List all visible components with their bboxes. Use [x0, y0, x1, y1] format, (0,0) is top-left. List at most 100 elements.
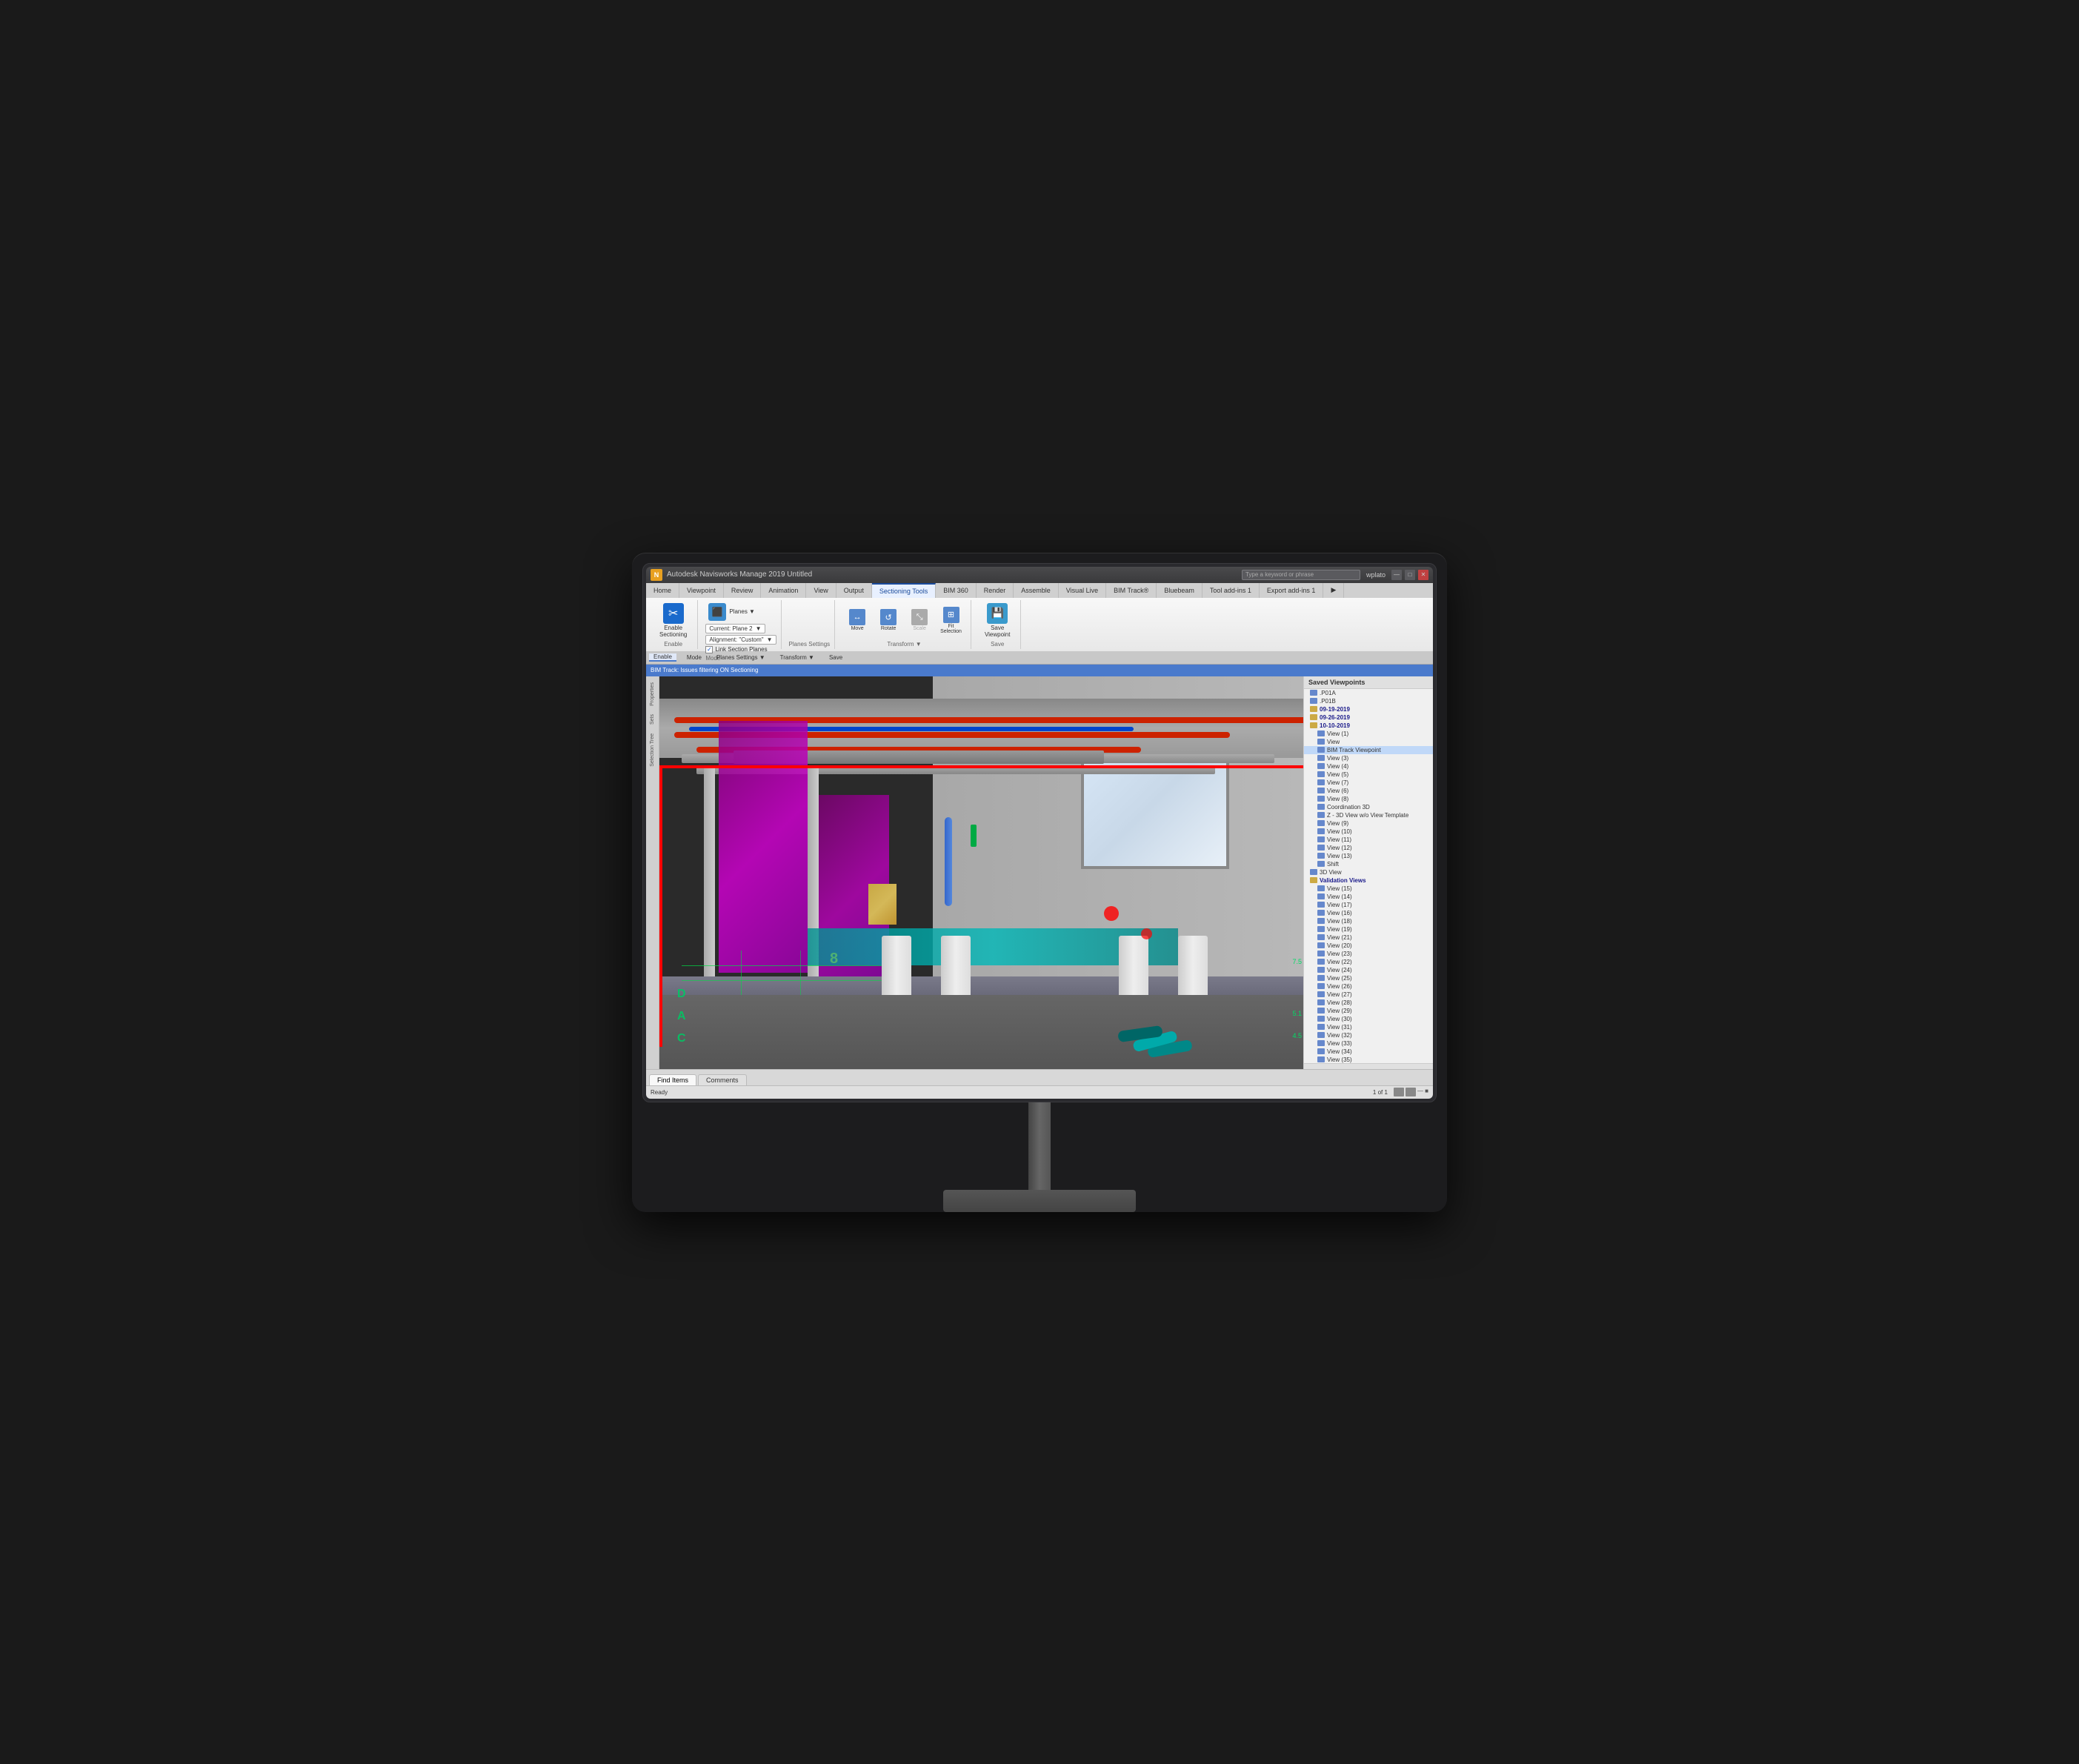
tab-tool-addins[interactable]: Tool add-ins 1 [1203, 583, 1260, 598]
enable-sectioning-button[interactable]: ✂ EnableSectioning [655, 602, 691, 639]
viewpoint-view31[interactable]: View (31) [1304, 1023, 1433, 1031]
tab-comments[interactable]: Comments [698, 1074, 747, 1085]
viewpoint-view20[interactable]: View (20) [1304, 942, 1433, 950]
viewpoint-view34[interactable]: View (34) [1304, 1048, 1433, 1056]
status-icon-2[interactable] [1406, 1088, 1416, 1096]
tab-render[interactable]: Render [977, 583, 1014, 598]
tab-find-items[interactable]: Find Items [649, 1074, 696, 1085]
tab-video[interactable]: ▶ [1323, 583, 1344, 598]
sub-ribbon-mode[interactable]: Mode [682, 654, 706, 661]
vp-label-view12: View (12) [1327, 845, 1352, 851]
viewpoint-view18[interactable]: View (18) [1304, 917, 1433, 925]
save-viewpoint-button[interactable]: 💾 SaveViewpoint [980, 602, 1015, 639]
viewpoint-view30[interactable]: View (30) [1304, 1015, 1433, 1023]
viewpoint-date-1010[interactable]: 10-10-2019 [1304, 722, 1433, 730]
tab-sectioning-tools[interactable]: Sectioning Tools [872, 583, 936, 598]
viewpoint-view17[interactable]: View (17) [1304, 901, 1433, 909]
scale-button[interactable]: ⤡ Scale [906, 608, 933, 633]
tab-output[interactable]: Output [836, 583, 872, 598]
viewpoint-view27[interactable]: View (27) [1304, 991, 1433, 999]
viewport[interactable]: 8 D A C E F 7.5 5.1 4.5 [659, 676, 1303, 1069]
viewpoints-hscrollbar[interactable] [1304, 1063, 1433, 1069]
viewpoint-view22[interactable]: View (22) [1304, 958, 1433, 966]
viewpoint-view7[interactable]: View (7) [1304, 779, 1433, 787]
tab-bim-track[interactable]: BIM Track® [1106, 583, 1157, 598]
enable-sectioning-label: EnableSectioning [659, 625, 687, 638]
viewpoint-view19[interactable]: View (19) [1304, 925, 1433, 933]
tab-export-addins[interactable]: Export add-ins 1 [1260, 583, 1324, 598]
viewpoint-view35[interactable]: View (35) [1304, 1056, 1433, 1063]
tab-assemble[interactable]: Assemble [1014, 583, 1059, 598]
sidebar-tab-sets[interactable]: Sets [648, 711, 656, 728]
tab-visual-live[interactable]: Visual Live [1059, 583, 1106, 598]
viewpoint-3dview[interactable]: 3D View [1304, 868, 1433, 876]
viewpoint-view1[interactable]: View (1) [1304, 730, 1433, 738]
viewpoint-view25[interactable]: View (25) [1304, 974, 1433, 982]
viewpoint-view11[interactable]: View (11) [1304, 836, 1433, 844]
rotate-label: Rotate [881, 626, 897, 631]
viewpoint-view32[interactable]: View (32) [1304, 1031, 1433, 1039]
link-section-checkbox[interactable]: ✓ [705, 646, 713, 653]
tab-view[interactable]: View [806, 583, 836, 598]
enable-sectioning-icon: ✂ [663, 603, 684, 624]
viewpoint-view16[interactable]: View (16) [1304, 909, 1433, 917]
viewpoint-view28[interactable]: View (28) [1304, 999, 1433, 1007]
fit-selection-button[interactable]: ⊞ FitSelection [937, 605, 965, 636]
planes-button[interactable]: ⬛ Planes ▼ [705, 602, 776, 622]
vp-label-coord3d: Coordination 3D [1327, 804, 1370, 811]
sub-ribbon-planes-settings[interactable]: Planes Settings ▼ [712, 654, 770, 661]
maximize-button[interactable]: □ [1405, 570, 1415, 580]
viewpoint-view33[interactable]: View (33) [1304, 1039, 1433, 1048]
close-button[interactable]: ✕ [1418, 570, 1428, 580]
viewpoint-bim-track[interactable]: BIM Track Viewpoint [1304, 746, 1433, 754]
viewpoint-view10[interactable]: View (10) [1304, 828, 1433, 836]
sub-ribbon-enable[interactable]: Enable [649, 653, 676, 662]
move-button[interactable]: ↔ Move [844, 608, 871, 633]
sub-ribbon-transform[interactable]: Transform ▼ [776, 654, 819, 661]
viewpoint-view3[interactable]: View (3) [1304, 754, 1433, 762]
viewpoint-view26[interactable]: View (26) [1304, 982, 1433, 991]
vp-icon-view24 [1317, 967, 1325, 973]
search-bar[interactable]: Type a keyword or phrase [1242, 570, 1360, 580]
tab-viewpoint[interactable]: Viewpoint [679, 583, 724, 598]
viewpoint-view4[interactable]: View (4) [1304, 762, 1433, 770]
viewpoint-p01a[interactable]: .P01A [1304, 689, 1433, 697]
tab-bim360[interactable]: BIM 360 [936, 583, 977, 598]
viewpoint-view15[interactable]: View (15) [1304, 885, 1433, 893]
minimize-button[interactable]: — [1391, 570, 1402, 580]
viewpoint-view21[interactable]: View (21) [1304, 933, 1433, 942]
vp-icon-view23 [1317, 951, 1325, 956]
viewpoint-shift[interactable]: Shift [1304, 860, 1433, 868]
viewpoint-p01b[interactable]: .P01B [1304, 697, 1433, 705]
viewpoint-view23[interactable]: View (23) [1304, 950, 1433, 958]
viewpoint-view12[interactable]: View (12) [1304, 844, 1433, 852]
viewpoints-list[interactable]: .P01A .P01B 09-19-2019 09-26-2019 [1304, 689, 1433, 1063]
viewpoint-coord3d[interactable]: Coordination 3D [1304, 803, 1433, 811]
viewpoint-validation-views[interactable]: Validation Views [1304, 876, 1433, 885]
tab-animation[interactable]: Animation [761, 583, 806, 598]
viewpoint-view[interactable]: View [1304, 738, 1433, 746]
tab-review[interactable]: Review [724, 583, 762, 598]
sub-ribbon-save[interactable]: Save [825, 654, 847, 661]
sidebar-tab-properties[interactable]: Properties [648, 679, 656, 709]
viewpoint-view6[interactable]: View (6) [1304, 787, 1433, 795]
rotate-button[interactable]: ↺ Rotate [875, 608, 902, 633]
viewpoint-view5[interactable]: View (5) [1304, 770, 1433, 779]
viewpoint-view29[interactable]: View (29) [1304, 1007, 1433, 1015]
alignment-dropdown[interactable]: Alignment: "Custom" ▼ [705, 635, 776, 645]
viewpoint-z3d[interactable]: Z - 3D View w/o View Template [1304, 811, 1433, 819]
viewpoint-view9[interactable]: View (9) [1304, 819, 1433, 828]
viewpoint-view24[interactable]: View (24) [1304, 966, 1433, 974]
tab-bluebeam[interactable]: Bluebeam [1157, 583, 1203, 598]
vp-icon-view10 [1317, 828, 1325, 834]
viewpoint-view13[interactable]: View (13) [1304, 852, 1433, 860]
viewpoint-date-0926[interactable]: 09-26-2019 [1304, 713, 1433, 722]
current-plane-dropdown[interactable]: Current: Plane 2 ▼ [705, 624, 765, 633]
vp-icon-view15 [1317, 885, 1325, 891]
viewpoint-date-0919[interactable]: 09-19-2019 [1304, 705, 1433, 713]
sidebar-tab-selection-tree[interactable]: Selection Tree [648, 730, 656, 770]
viewpoint-view8[interactable]: View (8) [1304, 795, 1433, 803]
viewpoint-view14[interactable]: View (14) [1304, 893, 1433, 901]
tab-home[interactable]: Home [646, 583, 679, 598]
status-icon-1[interactable] [1394, 1088, 1404, 1096]
